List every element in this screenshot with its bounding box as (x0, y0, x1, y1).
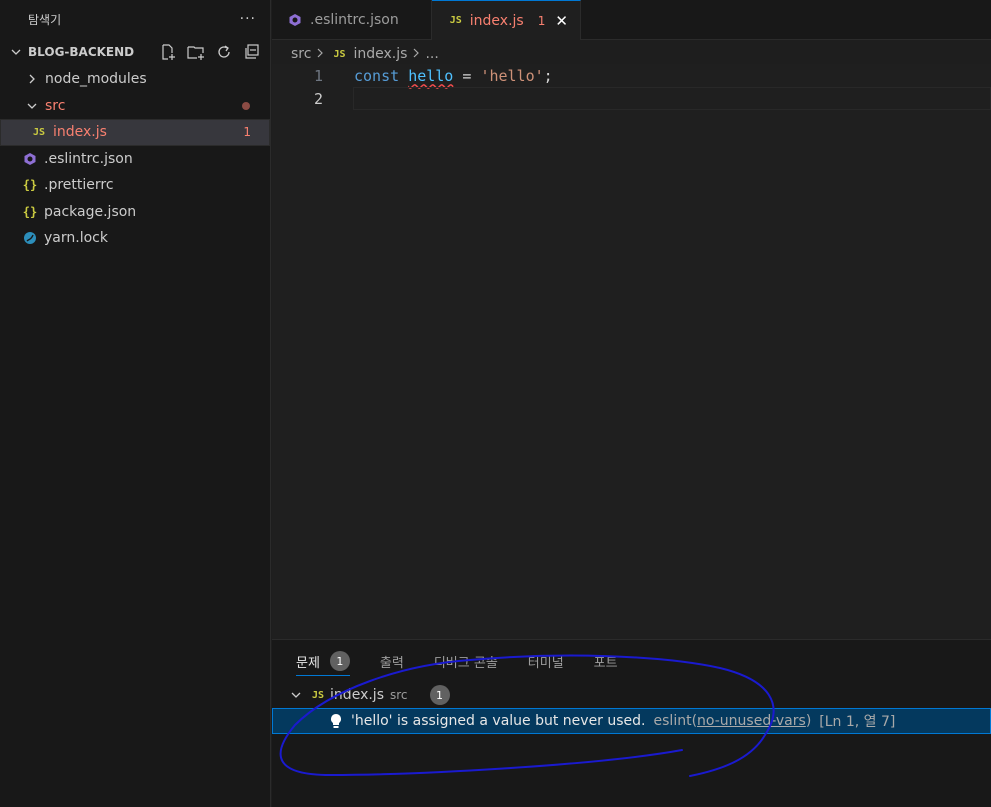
problem-rule-link[interactable]: no-unused-vars (697, 713, 806, 729)
problem-file-folder: src (389, 688, 408, 702)
editor-tabs: .eslintrc.json JS index.js 1 ✕ (272, 0, 991, 40)
close-icon[interactable]: ✕ (555, 12, 568, 30)
code-line[interactable]: 1 const hello = 'hello'; (272, 64, 991, 87)
new-folder-icon[interactable] (186, 42, 206, 62)
tab-ports[interactable]: 포트 (594, 640, 618, 682)
problem-source-name: eslint (653, 713, 692, 729)
tree-item-index-js[interactable]: JS index.js 1 (0, 119, 270, 146)
tree-item-label: node_modules (45, 71, 147, 88)
tree-item-node-modules[interactable]: node_modules (0, 66, 270, 93)
new-file-icon[interactable] (158, 42, 178, 62)
problem-file-row[interactable]: JS index.js src 1 (272, 682, 991, 708)
string-token: 'hello' (480, 66, 544, 85)
js-file-icon: JS (312, 689, 325, 701)
panel-tabs: 문제 1 출력 디버그 콘솔 터미널 포트 (272, 640, 991, 682)
problem-file-name: index.js (330, 687, 384, 703)
refresh-icon[interactable] (214, 42, 234, 62)
collapse-all-icon[interactable] (242, 42, 262, 62)
js-file-icon: JS (333, 48, 346, 60)
chevron-right-icon (24, 73, 40, 85)
tree-item-label: yarn.lock (44, 230, 108, 247)
bottom-panel: 문제 1 출력 디버그 콘솔 터미널 포트 JS index.js src 1 … (272, 639, 991, 807)
code-content: const hello = 'hello'; (324, 67, 553, 85)
breadcrumb-file[interactable]: index.js (354, 46, 408, 62)
tab-output[interactable]: 출력 (380, 640, 404, 682)
modified-dot-icon (242, 101, 250, 110)
problem-count-badge: 1 (329, 651, 350, 671)
workspace-title: BLOG-BACKEND (28, 45, 135, 59)
problem-message: 'hello' is assigned a value but never us… (351, 713, 646, 729)
semicolon-token: ; (543, 66, 553, 85)
keyword-token: const (354, 66, 400, 85)
json-file-icon: {} (22, 178, 38, 193)
breadcrumb-folder[interactable]: src (291, 46, 311, 62)
chevron-right-icon (315, 47, 325, 61)
eslint-icon (22, 152, 38, 166)
tree-item-src[interactable]: src (0, 93, 270, 120)
eslint-icon (288, 13, 302, 27)
operator-token: = (453, 66, 481, 85)
tree-item-eslintrc[interactable]: .eslintrc.json (0, 146, 270, 173)
explorer-header: 탐색기 ··· (0, 0, 270, 38)
tree-item-prettierrc[interactable]: {} .prettierrc (0, 172, 270, 199)
tree-item-yarn-lock[interactable]: yarn.lock (0, 225, 270, 252)
more-actions-icon[interactable]: ··· (240, 11, 256, 27)
tab-label: index.js (469, 12, 524, 29)
tab-label: 문제 (296, 655, 320, 671)
problem-count-badge: 1 (429, 685, 450, 705)
tab-label: 디버그 콘솔 (433, 655, 498, 671)
tab-label: 포트 (593, 655, 618, 671)
tree-item-label: .eslintrc.json (44, 150, 133, 167)
explorer-title: 탐색기 (28, 12, 62, 27)
tab-problem-count: 1 (537, 13, 546, 28)
tab-index-js[interactable]: JS index.js 1 ✕ (431, 0, 581, 40)
chevron-down-icon (8, 46, 24, 58)
chevron-down-icon (288, 689, 304, 701)
explorer-actions (158, 42, 270, 62)
variable-token: hello (408, 66, 454, 85)
tab-problems[interactable]: 문제 1 (296, 640, 350, 682)
problem-count-badge: 1 (243, 125, 251, 140)
chevron-right-icon (411, 47, 421, 61)
tree-item-package-json[interactable]: {} package.json (0, 199, 270, 226)
line-number: 2 (313, 89, 323, 108)
code-line-current[interactable]: 2 (272, 87, 991, 110)
code-editor[interactable]: 1 const hello = 'hello'; 2 (272, 64, 991, 639)
workspace-section-header[interactable]: BLOG-BACKEND (0, 38, 270, 66)
yarn-icon (22, 231, 38, 245)
tab-label: 터미널 (527, 655, 564, 671)
tab-eslintrc[interactable]: .eslintrc.json (272, 0, 432, 40)
problem-item[interactable]: 'hello' is assigned a value but never us… (272, 708, 991, 734)
tree-item-label: .prettierrc (44, 177, 114, 194)
tab-label: .eslintrc.json (310, 12, 399, 28)
tab-terminal[interactable]: 터미널 (528, 640, 564, 682)
js-file-icon: JS (449, 15, 462, 26)
json-file-icon: {} (22, 204, 38, 219)
problem-position: [Ln 1, 열 7] (819, 714, 896, 730)
tree-item-label: src (45, 97, 66, 114)
line-number: 1 (313, 66, 323, 85)
breadcrumb-more[interactable]: ... (425, 46, 438, 62)
js-file-icon: JS (32, 126, 46, 138)
tab-label: 출력 (379, 655, 404, 671)
tree-item-label: package.json (44, 203, 137, 220)
tree-item-label: index.js (53, 124, 107, 141)
chevron-down-icon (24, 100, 40, 112)
explorer-sidebar: 탐색기 ··· BLOG-BACKEND node_modules src JS… (0, 0, 271, 807)
problem-source: eslint(no-unused-vars) (653, 713, 812, 729)
lightbulb-icon[interactable] (329, 713, 343, 729)
tab-debug-console[interactable]: 디버그 콘솔 (434, 640, 498, 682)
